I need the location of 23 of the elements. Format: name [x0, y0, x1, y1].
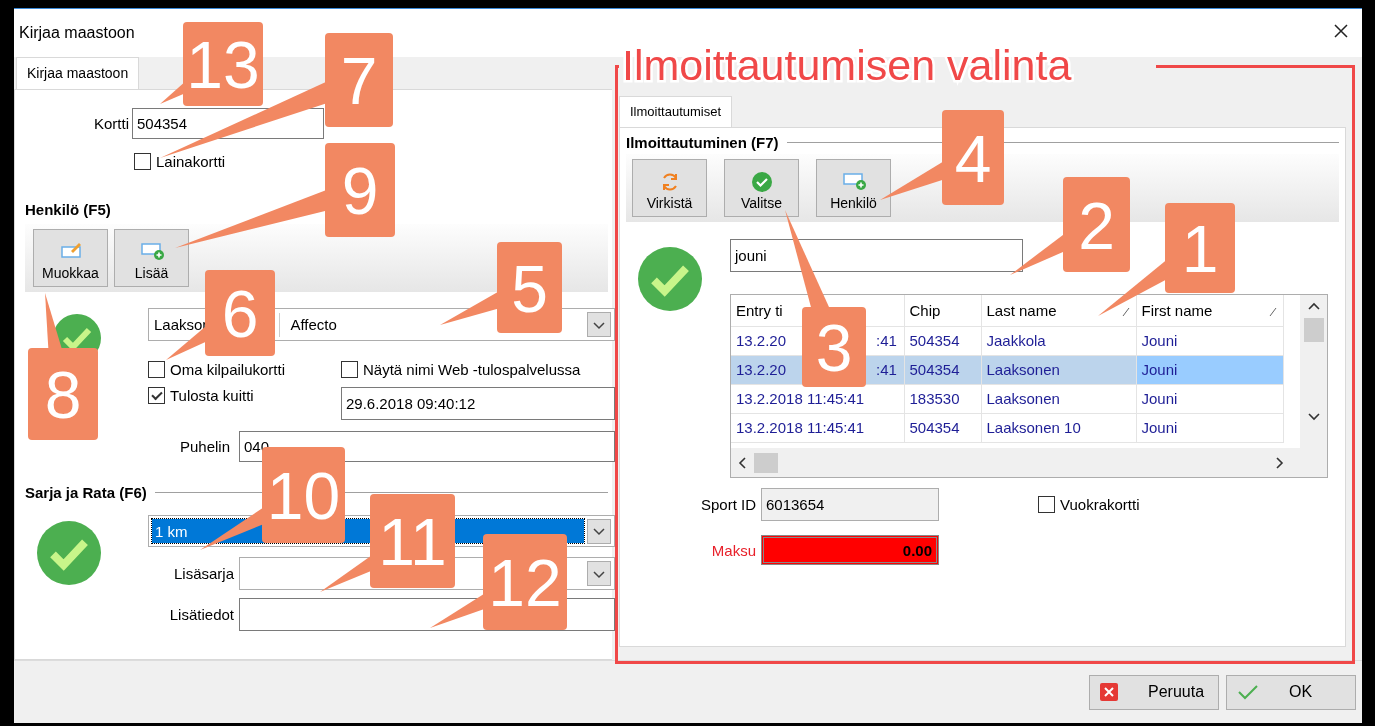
callout-tooltip: 5 [440, 242, 562, 333]
sport-id-field: 6013654 [761, 488, 939, 521]
annotation-title: Ilmoittautumisen valinta [622, 41, 1072, 89]
callout-tooltip: 3 [785, 210, 866, 387]
field-label: Lisätiedot [168, 606, 234, 623]
checkbox-label: Lainakortti [156, 153, 226, 170]
payment-field: 0.00 [761, 535, 939, 565]
window-title: Kirjaa maastoon [19, 24, 135, 42]
checkbox-label: Vuokrakortti [1060, 496, 1140, 513]
field-label: Maksu [710, 541, 756, 559]
section-heading: Henkilö (F5) [25, 201, 119, 218]
callout-tooltip: 13 [160, 22, 263, 106]
checkbox-label: Näytä nimi Web -tulospalvelussa [363, 361, 581, 378]
callout-tooltip: 8 [28, 293, 98, 440]
dropdown-value: Affecto [290, 316, 337, 333]
checkbox-label: Oma kilpailukortti [170, 361, 286, 378]
checkbox-label: Tulosta kuitti [170, 387, 254, 404]
field-label: Puhelin [178, 438, 230, 455]
callout-tooltip: 2 [1010, 177, 1130, 275]
dropdown-value: Laaksor [154, 316, 208, 333]
field-label: Kortti [93, 115, 129, 132]
field-label: Lisäsarja [172, 565, 234, 582]
field-label: Sport ID [699, 496, 756, 513]
